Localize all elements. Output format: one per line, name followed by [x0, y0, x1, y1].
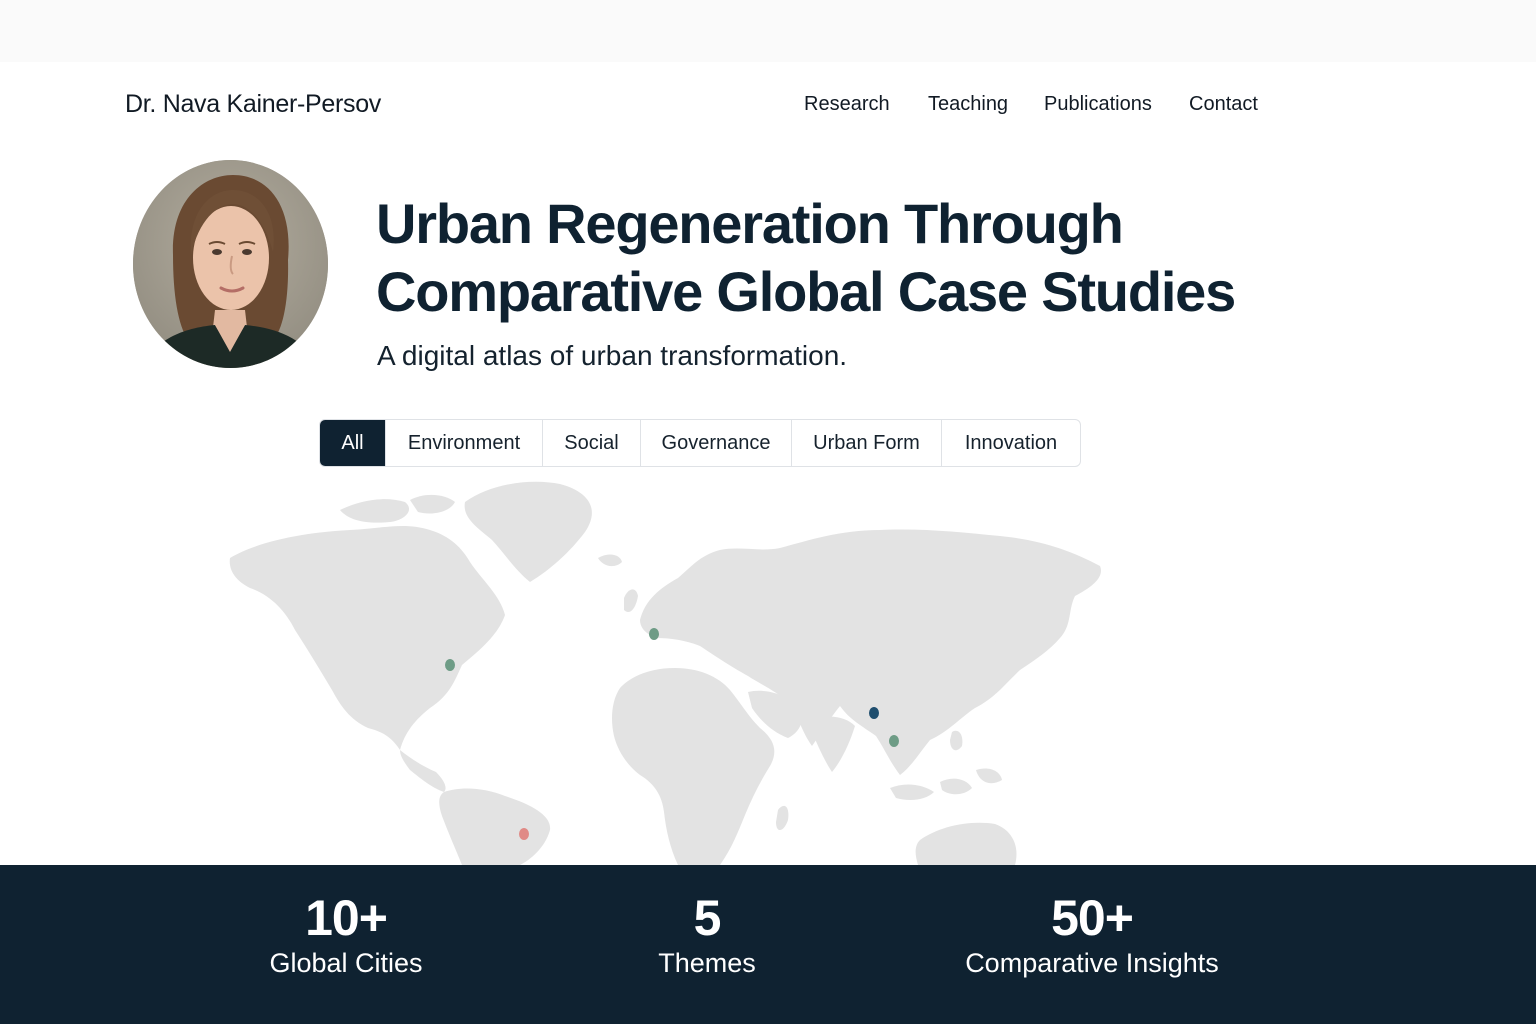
theme-filter-bar: All Environment Social Governance Urban …	[319, 419, 1081, 467]
land-central-america	[400, 750, 446, 792]
land-indonesia	[890, 784, 934, 800]
stats-band: 10+ Global Cities 5 Themes 50+ Comparati…	[0, 865, 1536, 1024]
stat-global-cities: 10+ Global Cities	[166, 889, 526, 979]
page: Dr. Nava Kainer-Persov Research Teaching…	[0, 0, 1536, 1024]
map-marker-south-america[interactable]	[519, 828, 529, 840]
stat-comparative-insights: 50+ Comparative Insights	[912, 889, 1272, 979]
nav-research[interactable]: Research	[804, 93, 890, 116]
nav-teaching[interactable]: Teaching	[928, 93, 1008, 116]
stat-label: Global Cities	[269, 948, 423, 978]
stat-label: Themes	[658, 948, 756, 978]
portrait-illustration	[133, 160, 328, 368]
filter-social[interactable]: Social	[543, 420, 641, 466]
land-south-america	[439, 788, 551, 865]
filter-urban-form[interactable]: Urban Form	[792, 420, 942, 466]
stat-value: 10+	[305, 890, 388, 946]
land-arctic-islands	[340, 499, 410, 523]
map-marker-east-asia[interactable]	[869, 707, 879, 719]
avatar	[133, 160, 328, 368]
map-marker-southeast-asia[interactable]	[889, 735, 899, 747]
page-subtitle: A digital atlas of urban transformation.	[377, 340, 848, 371]
nav-contact[interactable]: Contact	[1189, 93, 1258, 116]
land-north-america	[229, 525, 505, 750]
filter-all[interactable]: All	[320, 420, 386, 466]
stat-label: Comparative Insights	[965, 948, 1219, 978]
land-india	[812, 716, 855, 772]
filter-environment[interactable]: Environment	[386, 420, 543, 466]
map-marker-north-america-east[interactable]	[445, 659, 455, 671]
stat-value: 5	[693, 890, 722, 946]
stat-value: 50+	[1051, 890, 1134, 946]
stat-themes: 5 Themes	[527, 889, 887, 979]
world-map-svg	[229, 481, 1101, 865]
main-nav: Research Teaching Publications Contact	[0, 93, 1536, 123]
land-greenland	[464, 481, 592, 582]
map-marker-western-europe[interactable]	[649, 628, 659, 640]
filter-governance[interactable]: Governance	[641, 420, 792, 466]
land-australia	[915, 822, 1017, 865]
world-map[interactable]	[200, 470, 1140, 865]
page-title: Urban Regeneration Through Comparative G…	[376, 192, 1236, 323]
nav-publications[interactable]: Publications	[1044, 93, 1152, 116]
filter-innovation[interactable]: Innovation	[942, 420, 1080, 466]
browser-top-strip	[0, 0, 1536, 62]
